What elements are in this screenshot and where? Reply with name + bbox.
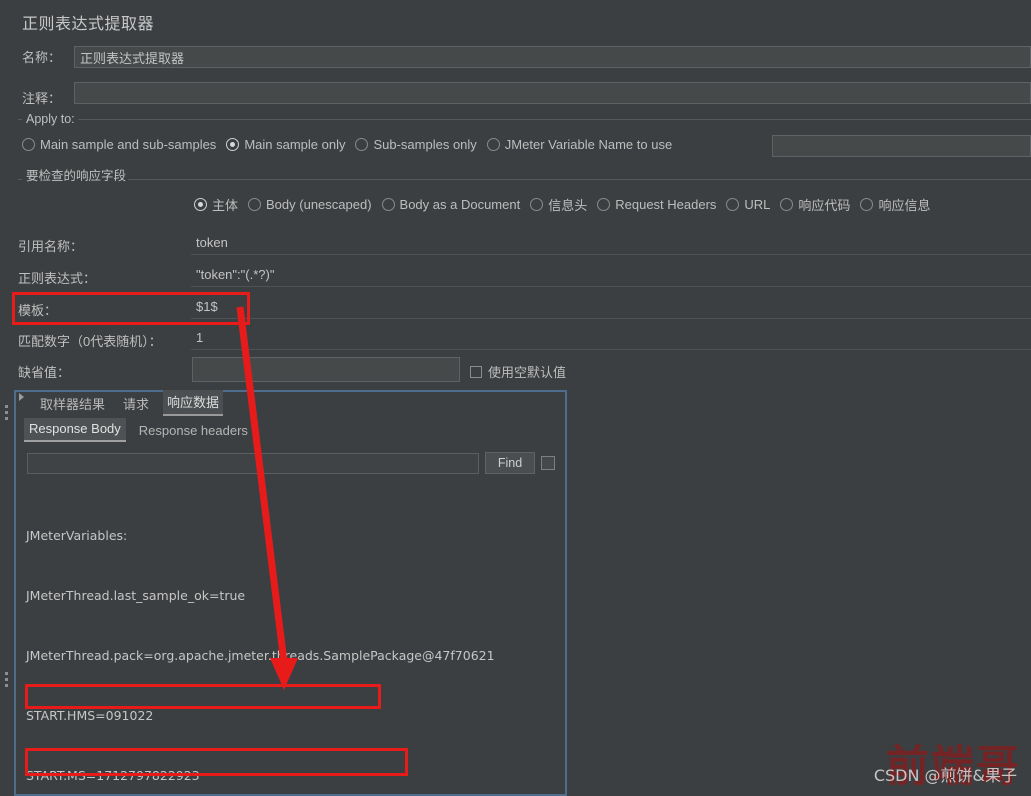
tab-request[interactable]: 请求 <box>119 392 153 416</box>
response-line: JMeterThread.last_sample_ok=true <box>26 588 246 603</box>
find-input[interactable] <box>27 452 479 474</box>
tab-sampler-result[interactable]: 取样器结果 <box>36 392 109 416</box>
radio-dot-icon <box>860 198 874 211</box>
radio-label: Main sample and sub-samples <box>40 137 217 152</box>
radio-dot-icon <box>486 138 500 151</box>
checkbox-icon <box>470 365 482 378</box>
response-field-frame-right <box>128 179 1031 180</box>
splitter-handle-bottom[interactable] <box>5 672 8 690</box>
radio-dot-icon <box>381 198 395 211</box>
refname-input[interactable]: token <box>191 231 1031 255</box>
find-button[interactable]: Find <box>485 452 535 474</box>
radio-sub-samples-only[interactable]: Sub-samples only <box>355 137 477 152</box>
comment-row: 注释： <box>22 88 74 107</box>
comment-label: 注释： <box>22 91 62 106</box>
regex-input[interactable]: "token":"(.*?)" <box>191 263 1031 287</box>
radio-body-unescaped[interactable]: Body (unescaped) <box>248 197 372 212</box>
radio-label: 主体 <box>212 198 239 213</box>
radio-url[interactable]: URL <box>726 197 770 212</box>
radio-dot-selected-icon <box>194 198 207 211</box>
apply-to-options: Main sample and sub-samples Main sample … <box>22 137 682 152</box>
radio-label: 响应代码 <box>798 198 851 213</box>
name-row: 名称： <box>22 47 74 66</box>
jmeter-variable-name-input[interactable] <box>772 135 1031 157</box>
name-input[interactable]: 正则表达式提取器 <box>74 46 1031 68</box>
default-label: 缺省值： <box>18 365 71 380</box>
watermark-author: CSDN @煎饼&果子 <box>873 766 1017 785</box>
result-tabs: 取样器结果 请求 响应数据 <box>36 390 224 416</box>
radio-dot-icon <box>355 138 369 151</box>
tab-response-data[interactable]: 响应数据 <box>163 390 224 416</box>
radio-jmeter-variable-name[interactable]: JMeter Variable Name to use <box>486 137 673 152</box>
radio-dot-icon <box>726 198 740 211</box>
default-input[interactable] <box>192 357 460 382</box>
response-line: START.HMS=091022 <box>26 708 154 723</box>
radio-info-headers[interactable]: 信息头 <box>530 195 587 214</box>
response-line: JMeterVariables: <box>26 528 128 543</box>
radio-main-sample-and-sub-samples[interactable]: Main sample and sub-samples <box>22 137 216 152</box>
matchno-label: 匹配数字（0代表随机）： <box>18 334 162 349</box>
response-subtabs: Response Body Response headers <box>24 418 253 442</box>
radio-request-headers[interactable]: Request Headers <box>597 197 716 212</box>
radio-dot-icon <box>248 198 262 211</box>
comment-input[interactable] <box>74 82 1031 104</box>
use-empty-default-label: 使用空默认值 <box>488 365 567 380</box>
response-body-text: JMeterVariables: JMeterThread.last_sampl… <box>26 486 546 786</box>
radio-label: Request Headers <box>615 197 717 212</box>
matchno-input[interactable]: 1 <box>191 326 1031 350</box>
radio-dot-icon <box>597 198 611 211</box>
use-empty-default-checkbox[interactable]: 使用空默认值 <box>470 362 566 381</box>
apply-to-frame-right <box>78 119 1031 120</box>
radio-label: 响应信息 <box>878 198 931 213</box>
radio-label: Sub-samples only <box>373 137 477 152</box>
radio-dot-icon <box>530 198 544 211</box>
template-input[interactable]: $1$ <box>191 295 1031 319</box>
radio-main-sample-only[interactable]: Main sample only <box>226 137 345 152</box>
radio-dot-selected-icon <box>226 138 240 151</box>
find-bar: Find <box>27 452 555 474</box>
radio-label: Body as a Document <box>399 197 521 212</box>
radio-label: 信息头 <box>548 198 588 213</box>
find-case-checkbox[interactable] <box>541 456 555 470</box>
name-label: 名称： <box>22 50 62 65</box>
regex-extractor-window: 正则表达式提取器 名称： 正则表达式提取器 注释： Apply to: Main… <box>0 0 1031 796</box>
regex-label: 正则表达式： <box>18 271 97 286</box>
radio-response-code[interactable]: 响应代码 <box>780 195 850 214</box>
radio-response-message[interactable]: 响应信息 <box>860 195 930 214</box>
radio-label: JMeter Variable Name to use <box>504 137 673 152</box>
splitter-handle-top[interactable] <box>5 405 8 423</box>
response-field-frame-left <box>18 179 22 180</box>
response-field-options: 主体 Body (unescaped) Body as a Document 信… <box>194 195 940 214</box>
response-field-legend: 要检查的响应字段 <box>22 165 131 184</box>
radio-dot-icon <box>780 198 794 211</box>
template-label: 模板： <box>18 303 58 318</box>
radio-label: URL <box>744 197 771 212</box>
radio-body-as-document[interactable]: Body as a Document <box>381 197 521 212</box>
expand-triangle-icon[interactable] <box>19 393 24 401</box>
radio-label: Body (unescaped) <box>266 197 372 212</box>
apply-to-frame-left <box>18 119 22 120</box>
radio-label: Main sample only <box>244 137 346 152</box>
response-line: START.MS=1712797822923 <box>26 768 200 783</box>
subtab-response-body[interactable]: Response Body <box>24 418 126 442</box>
apply-to-legend: Apply to: <box>22 112 79 126</box>
subtab-response-headers[interactable]: Response headers <box>134 420 253 442</box>
radio-body[interactable]: 主体 <box>194 195 238 214</box>
radio-dot-icon <box>22 138 35 151</box>
refname-label: 引用名称： <box>18 239 84 254</box>
response-line: JMeterThread.pack=org.apache.jmeter.thre… <box>26 648 495 663</box>
page-title: 正则表达式提取器 <box>22 16 155 33</box>
